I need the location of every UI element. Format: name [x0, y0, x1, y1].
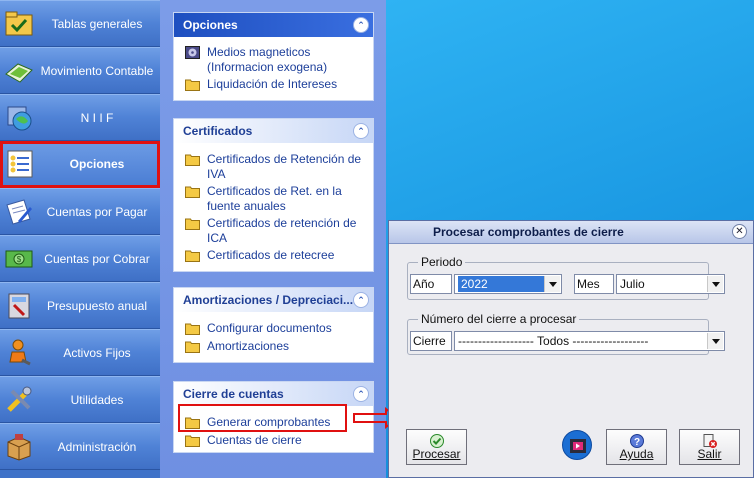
document-pen-icon	[6, 199, 32, 225]
nav-item-activos-fijos[interactable]: Activos Fijos	[0, 329, 160, 376]
nav-item-cuentas-por-cobrar[interactable]: $ Cuentas por Cobrar	[0, 235, 160, 282]
svg-text:$: $	[17, 255, 22, 264]
film-icon	[570, 439, 586, 453]
group-amortizaciones: Amortizaciones / Depreciaci... ⌃ Configu…	[173, 287, 374, 363]
nav-label: Utilidades	[70, 393, 124, 407]
folder-check-icon	[5, 11, 33, 36]
anio-select[interactable]: 2022	[454, 274, 562, 294]
anio-label: Año	[410, 274, 452, 294]
periodo-legend: Periodo	[418, 255, 466, 269]
nav-item-presupuesto-anual[interactable]: Presupuesto anual	[0, 282, 160, 329]
mes-label: Mes	[574, 274, 614, 294]
folder-icon	[185, 250, 200, 262]
folder-icon	[185, 186, 200, 198]
group-title: Certificados	[183, 124, 253, 138]
globe-icon	[7, 106, 32, 131]
collapse-chevron-icon[interactable]: ⌃	[353, 123, 369, 139]
group-header[interactable]: Certificados ⌃	[174, 119, 373, 143]
task-cert-ret-fuente[interactable]: Certificados de Ret. en la fuente anuale…	[183, 184, 367, 214]
ledger-icon	[5, 63, 33, 83]
group-header[interactable]: Amortizaciones / Depreciaci... ⌃	[174, 288, 373, 312]
group-title: Cierre de cuentas	[183, 387, 284, 401]
video-help-icon[interactable]	[562, 430, 592, 460]
mes-select[interactable]: Julio	[616, 274, 725, 294]
chevron-down-icon[interactable]	[707, 276, 723, 292]
nav-label: Cuentas por Pagar	[46, 205, 148, 219]
folder-icon	[185, 218, 200, 230]
group-header[interactable]: Cierre de cuentas ⌃	[174, 382, 373, 406]
folder-icon	[185, 435, 200, 447]
money-icon: $	[5, 250, 33, 268]
task-cert-retencion-ica[interactable]: Certificados de retención de ICA	[183, 216, 367, 246]
close-icon[interactable]: ✕	[732, 224, 747, 239]
collapse-chevron-icon[interactable]: ⌃	[353, 17, 369, 33]
checklist-icon	[7, 150, 33, 178]
nav-label: Presupuesto anual	[46, 299, 148, 313]
nav-label: Tablas generales	[51, 17, 143, 31]
folder-icon	[185, 154, 200, 166]
nav-label: N I I F	[80, 111, 114, 125]
task-cert-retecree[interactable]: Certificados de retecree	[183, 248, 367, 263]
cierre-label: Cierre	[410, 331, 452, 351]
group-title: Opciones	[183, 18, 238, 32]
folder-icon	[185, 79, 200, 91]
worker-icon	[9, 339, 31, 366]
mes-value: Julio	[620, 277, 645, 291]
calculator-icon	[8, 293, 30, 319]
nav-label: Movimiento Contable	[40, 64, 154, 78]
anio-value: 2022	[458, 276, 544, 292]
nav-label: Administración	[57, 440, 137, 454]
collapse-chevron-icon[interactable]: ⌃	[353, 386, 369, 402]
task-medios-magneticos[interactable]: Medios magneticos (Informacion exogena)	[183, 45, 367, 75]
nav-item-cuentas-por-pagar[interactable]: Cuentas por Pagar	[0, 188, 160, 235]
nav-item-utilidades[interactable]: Utilidades	[0, 376, 160, 423]
procesar-button[interactable]: Procesar	[406, 429, 467, 465]
task-cert-retencion-iva[interactable]: Certificados de Retención de IVA	[183, 152, 367, 182]
task-liquidacion-intereses[interactable]: Liquidación de Intereses	[183, 77, 367, 92]
ayuda-button[interactable]: ? Ayuda	[606, 429, 667, 465]
fieldset-periodo: Periodo Año 2022 Mes Julio	[407, 255, 725, 300]
chevron-down-icon[interactable]	[707, 333, 723, 349]
chevron-down-icon[interactable]	[544, 276, 560, 292]
task-amortizaciones[interactable]: Amortizaciones	[183, 339, 367, 354]
group-header[interactable]: Opciones ⌃	[174, 13, 373, 37]
nav-item-tablas-generales[interactable]: Tablas generales	[0, 0, 160, 47]
highlight-box	[178, 404, 347, 432]
dialog-titlebar[interactable]: Procesar comprobantes de cierre ✕	[389, 221, 753, 244]
dialog-title: Procesar comprobantes de cierre	[433, 225, 624, 239]
task-cuentas-cierre[interactable]: Cuentas de cierre	[183, 433, 367, 448]
nav-label: Opciones	[69, 157, 125, 171]
cierre-value: ------------------- Todos --------------…	[458, 334, 649, 348]
group-certificados: Certificados ⌃ Certificados de Retención…	[173, 118, 374, 272]
cierre-select[interactable]: ------------------- Todos --------------…	[454, 331, 725, 351]
box-icon	[7, 434, 31, 461]
task-configurar-documentos[interactable]: Configurar documentos	[183, 321, 367, 336]
nav-label: Activos Fijos	[63, 346, 131, 360]
tools-icon	[7, 386, 32, 412]
group-title: Amortizaciones / Depreciaci...	[183, 293, 354, 307]
group-opciones: Opciones ⌃ Medios magneticos (Informacio…	[173, 12, 374, 101]
nav-item-movimiento-contable[interactable]: Movimiento Contable	[0, 47, 160, 94]
salir-button[interactable]: Salir	[679, 429, 740, 465]
folder-icon	[185, 323, 200, 335]
collapse-chevron-icon[interactable]: ⌃	[353, 292, 369, 308]
main-nav: Tablas generales Movimiento Contable N I…	[0, 0, 160, 478]
folder-icon	[185, 341, 200, 353]
nav-item-administracion[interactable]: Administración	[0, 423, 160, 470]
fieldset-numero-cierre: Número del cierre a procesar Cierre ----…	[407, 312, 725, 355]
disc-icon	[185, 46, 200, 59]
nav-item-niif[interactable]: N I I F	[0, 94, 160, 141]
nav-item-opciones[interactable]: Opciones	[0, 141, 160, 188]
cierre-legend: Número del cierre a procesar	[418, 312, 580, 326]
dialog-procesar-comprobantes: Procesar comprobantes de cierre ✕ Period…	[388, 220, 754, 478]
nav-label: Cuentas por Cobrar	[44, 252, 150, 266]
